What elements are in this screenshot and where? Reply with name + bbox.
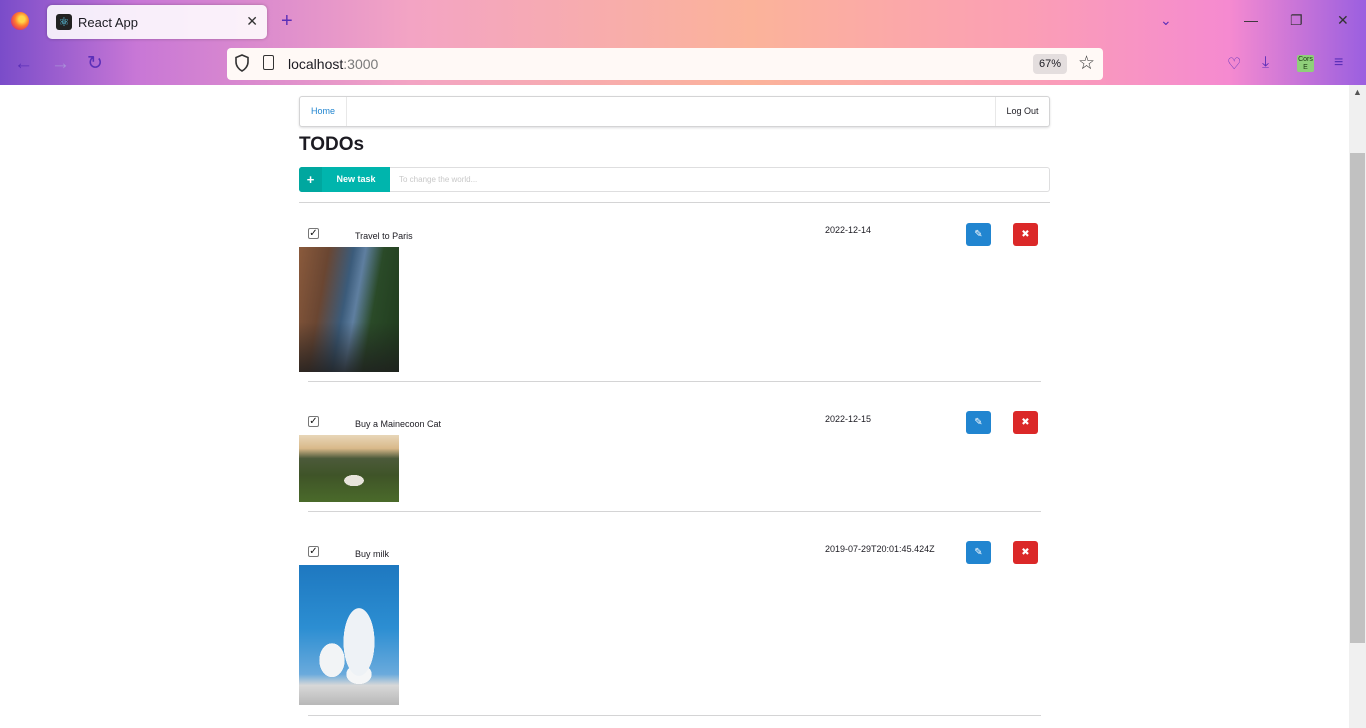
todo-date: 2019-07-29T20:01:45.424Z [825, 544, 935, 554]
todo-checkbox[interactable]: ✓ [308, 546, 319, 557]
delete-button[interactable]: ✖ [1013, 223, 1038, 246]
todo-checkbox[interactable]: ✓ [308, 228, 319, 239]
todo-photo-milk [299, 565, 399, 705]
todo-checkbox[interactable]: ✓ [308, 416, 319, 427]
todo-name: Buy milk [355, 549, 390, 559]
downloads-icon[interactable]: ⤓ [1262, 54, 1269, 72]
new-task-input[interactable]: To change the world... [390, 167, 1050, 192]
divider [299, 202, 1050, 203]
scroll-up-icon[interactable]: ▲ [1353, 87, 1362, 97]
close-icon: ✖ [1021, 547, 1030, 558]
todo-photo-paris [299, 247, 399, 372]
menu-home-link[interactable]: Home [300, 97, 347, 126]
todo-name: Travel to Paris [355, 231, 413, 241]
list-all-tabs-icon[interactable]: ⌄ [1160, 12, 1172, 29]
edit-button[interactable]: ✎ [966, 541, 991, 564]
url-bar[interactable]: localhost:3000 67% ☆ [227, 48, 1103, 80]
edit-button[interactable]: ✎ [966, 223, 991, 246]
react-favicon-icon: ⚛ [56, 14, 72, 30]
tab-title: React App [78, 15, 138, 30]
firefox-logo-icon[interactable] [11, 12, 29, 30]
shield-icon[interactable] [235, 54, 249, 72]
item-separator [308, 715, 1041, 716]
page-title: TODOs [299, 134, 365, 155]
restore-icon[interactable]: ❐ [1290, 12, 1303, 29]
delete-button[interactable]: ✖ [1013, 541, 1038, 564]
pencil-icon: ✎ [974, 229, 983, 240]
close-icon: ✖ [1021, 229, 1030, 240]
item-separator [308, 381, 1041, 382]
forward-icon[interactable]: → [51, 53, 70, 75]
back-icon[interactable]: ← [14, 53, 33, 75]
todo-photo-cat [299, 435, 399, 502]
page-viewport: Home Log Out TODOs + New task To change … [0, 85, 1349, 728]
new-tab-icon[interactable]: + [281, 10, 293, 32]
scroll-thumb[interactable] [1350, 153, 1365, 643]
browser-chrome: ⚛ React App ✕ + ⌄ — ❐ ✕ ← → ↻ localhost:… [0, 0, 1366, 85]
new-task-label: New task [336, 174, 376, 184]
page-icon[interactable] [263, 55, 274, 70]
app-menu-icon[interactable]: ≡ [1334, 54, 1343, 72]
logout-button[interactable]: Log Out [995, 97, 1049, 126]
new-task-form: + New task To change the world... [299, 167, 1050, 192]
bookmark-star-icon[interactable]: ☆ [1078, 52, 1095, 75]
new-task-button[interactable]: + New task [299, 167, 390, 192]
top-menu: Home Log Out [299, 96, 1050, 127]
vertical-scrollbar[interactable]: ▲ [1349, 85, 1366, 728]
tab-react-app[interactable]: ⚛ React App ✕ [47, 5, 267, 39]
todo-date: 2022-12-15 [825, 414, 872, 424]
zoom-level[interactable]: 67% [1033, 54, 1067, 74]
edit-button[interactable]: ✎ [966, 411, 991, 434]
cors-extension-icon[interactable]: Cors E [1297, 55, 1314, 72]
close-icon: ✖ [1021, 417, 1030, 428]
pocket-icon[interactable]: ♡ [1227, 54, 1241, 74]
tab-bar: ⚛ React App ✕ + ⌄ — ❐ ✕ [0, 0, 1366, 44]
reload-icon[interactable]: ↻ [87, 53, 103, 75]
plus-icon: + [299, 167, 322, 192]
close-window-icon[interactable]: ✕ [1337, 12, 1349, 29]
minimize-icon[interactable]: — [1244, 12, 1258, 28]
url-text: localhost:3000 [288, 56, 379, 72]
close-tab-icon[interactable]: ✕ [246, 13, 258, 30]
item-separator [308, 511, 1041, 512]
pencil-icon: ✎ [974, 417, 983, 428]
todo-name: Buy a Mainecoon Cat [355, 419, 442, 429]
pencil-icon: ✎ [974, 547, 983, 558]
todo-date: 2022-12-14 [825, 225, 872, 235]
delete-button[interactable]: ✖ [1013, 411, 1038, 434]
